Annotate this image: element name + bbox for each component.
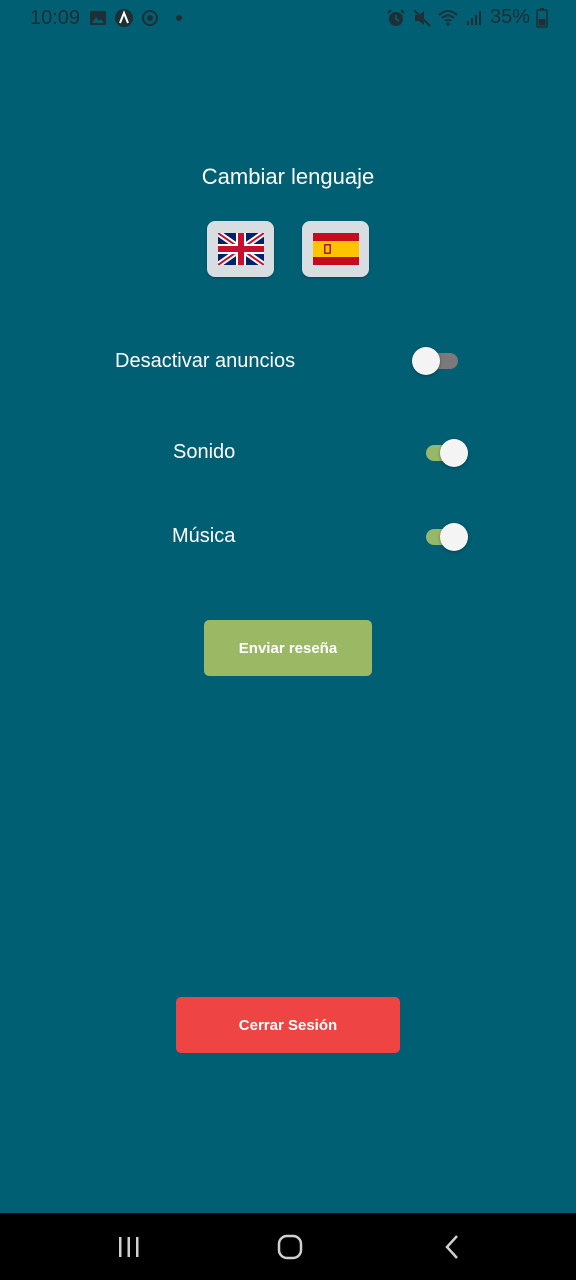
battery-icon <box>536 7 548 28</box>
status-bar: 10:09 35% <box>0 0 576 36</box>
navigation-bar <box>0 1213 576 1280</box>
uk-flag-icon <box>217 233 264 265</box>
logout-button[interactable]: Cerrar Sesión <box>176 997 400 1053</box>
mute-icon <box>413 8 431 27</box>
send-review-button[interactable]: Enviar reseña <box>204 620 372 676</box>
status-left-icons <box>88 8 182 28</box>
wifi-icon <box>438 9 458 26</box>
recent-apps-icon <box>119 1237 139 1257</box>
battery-percent: 35% <box>489 6 530 28</box>
home-icon <box>277 1234 303 1260</box>
spain-flag-icon <box>312 233 359 265</box>
setting-label-sound: Sonido <box>173 441 236 463</box>
recent-apps-button[interactable] <box>105 1231 153 1263</box>
notification-dot <box>176 15 182 21</box>
sound-toggle[interactable] <box>420 439 468 467</box>
alarm-icon <box>387 8 405 26</box>
toggle-thumb <box>440 439 468 467</box>
spanish-language-button[interactable] <box>302 221 369 277</box>
signal-icon <box>466 10 481 25</box>
toggle-thumb <box>412 347 440 375</box>
sync-icon <box>142 10 158 26</box>
app-a-icon <box>115 9 133 27</box>
status-right: 35% <box>386 6 548 29</box>
music-toggle[interactable] <box>420 523 468 551</box>
status-time: 10:09 <box>30 7 81 29</box>
setting-label-disable-ads: Desactivar anuncios <box>115 350 296 372</box>
disable-ads-toggle[interactable] <box>412 347 460 375</box>
back-icon <box>445 1235 458 1259</box>
english-language-button[interactable] <box>207 221 274 277</box>
setting-label-music: Música <box>172 525 236 547</box>
home-button[interactable] <box>266 1231 314 1263</box>
image-icon <box>90 11 106 25</box>
toggle-thumb <box>440 523 468 551</box>
back-button[interactable] <box>428 1231 476 1263</box>
change-language-title: Cambiar lenguaje <box>201 164 375 189</box>
